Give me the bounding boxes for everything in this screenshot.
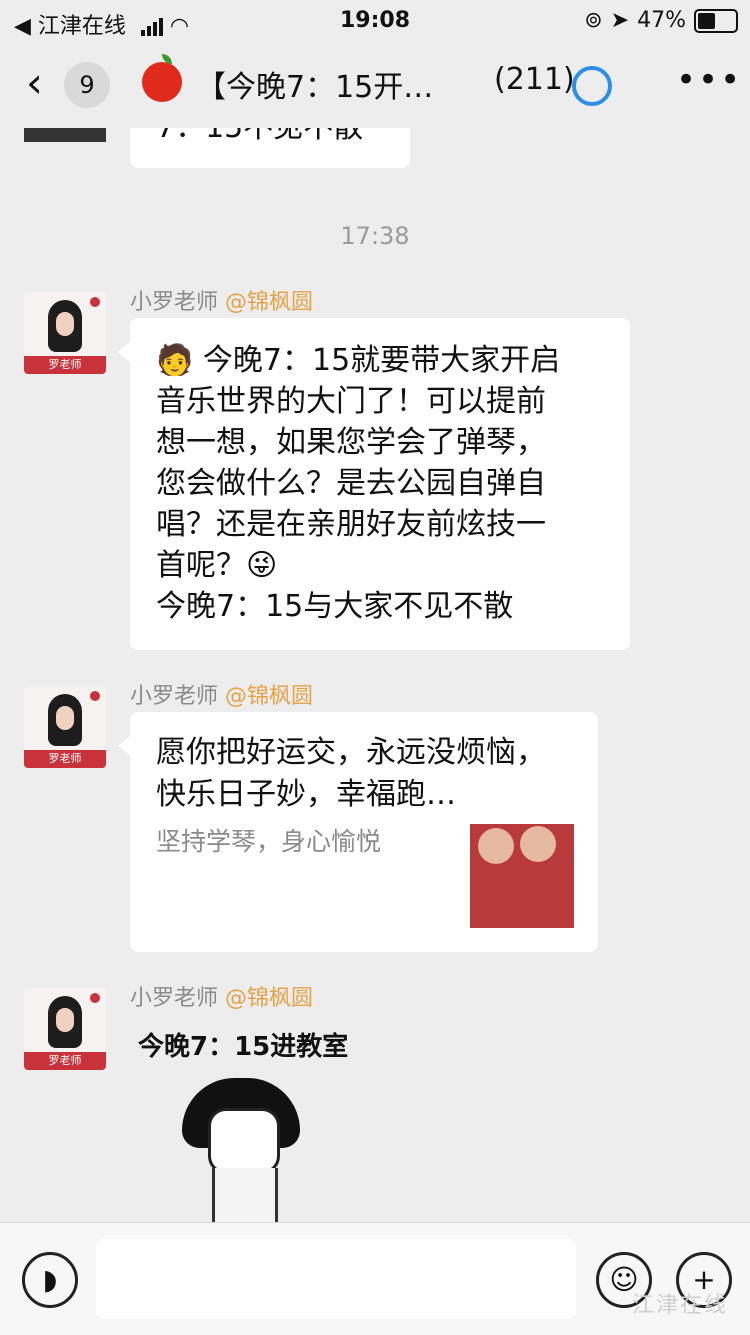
avatar[interactable]: 罗老师 (24, 292, 106, 374)
link-description: 坚持学琴，身心愉悦 (156, 827, 382, 856)
link-title: 愿你把好运交，永远没烦恼，快乐日子妙，幸福跑… (156, 735, 546, 812)
voice-icon[interactable]: ◗ (22, 1252, 78, 1308)
link-thumbnail (470, 824, 574, 928)
sender-name: 小罗老师 @锦枫圆 (130, 290, 314, 315)
group-tag: @锦枫圆 (225, 986, 314, 1011)
location-icon: ➤ (610, 8, 630, 33)
sender-name: 小罗老师 @锦枫圆 (130, 986, 314, 1011)
sticker-caption: 今晚7：15进教室 (138, 1032, 349, 1062)
logo-icon (90, 691, 100, 701)
avatar-label: 罗老师 (24, 356, 106, 374)
member-count: (211) (494, 62, 575, 97)
message-bubble[interactable]: 7：15不见不散 (130, 128, 410, 168)
message-text: 7：15不见不散 (156, 128, 363, 148)
status-bar: ◀ 江津在线 ◠ 19:08 ⊚ ➤ 47% (0, 0, 750, 42)
message-text: 🧑 今晚7：15就要带大家开启 音乐世界的大门了！可以提前 想一想，如果您学会了… (156, 343, 561, 624)
avatar[interactable]: 罗老师 (24, 988, 106, 1070)
back-chevron-icon[interactable]: ‹ (26, 62, 43, 104)
watermark: 江津在线 (631, 1293, 728, 1318)
chat-title[interactable]: 【今晚7：15开… (196, 62, 466, 106)
group-tag: @锦枫圆 (225, 684, 314, 709)
logo-icon (90, 297, 100, 307)
avatar[interactable] (24, 128, 106, 142)
sticker-image[interactable] (182, 1078, 302, 1227)
avatar[interactable]: 罗老师 (24, 686, 106, 768)
logo-icon (90, 993, 100, 1003)
chat-header: ‹ 9 【今晚7：15开… (211) ••• (0, 42, 750, 128)
group-chat-icon[interactable] (572, 66, 612, 106)
rotation-lock-icon: ⊚ (584, 8, 603, 33)
avatar-label: 罗老师 (24, 750, 106, 768)
link-card[interactable]: 愿你把好运交，永远没烦恼，快乐日子妙，幸福跑… 坚持学琴，身心愉悦 (118, 712, 598, 952)
message-bubble[interactable]: 🧑 今晚7：15就要带大家开启 音乐世界的大门了！可以提前 想一想，如果您学会了… (118, 318, 630, 650)
timestamp: 17:38 (340, 222, 410, 250)
battery-icon (694, 8, 738, 33)
apple-icon (142, 54, 182, 102)
status-right: ⊚ ➤ 47% (584, 8, 738, 33)
unread-badge[interactable]: 9 (64, 62, 110, 108)
message-input[interactable] (96, 1239, 576, 1319)
group-tag: @锦枫圆 (225, 290, 314, 315)
input-bar: ◗ ☺ + 江津在线 (0, 1222, 750, 1335)
battery-percent: 47% (637, 8, 686, 33)
avatar-label: 罗老师 (24, 1052, 106, 1070)
more-icon[interactable]: ••• (676, 60, 742, 100)
sender-name: 小罗老师 @锦枫圆 (130, 684, 314, 709)
